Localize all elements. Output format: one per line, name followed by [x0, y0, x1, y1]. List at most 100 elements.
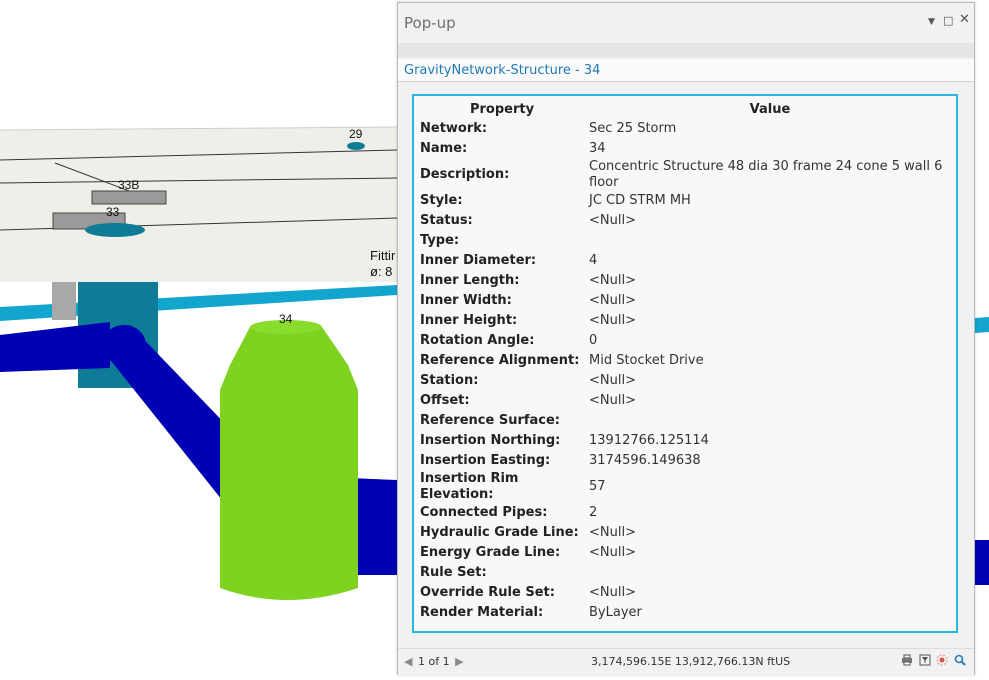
property-label: Station: [420, 373, 479, 388]
property-value [586, 563, 954, 583]
property-value: <Null> [589, 213, 636, 228]
previous-record-button[interactable]: ◀ [404, 655, 412, 668]
fitting-label-name: Fittir [370, 248, 396, 263]
property-label: Insertion Easting: [420, 453, 551, 468]
property-label: Rotation Angle: [420, 333, 535, 348]
feature-title-link[interactable]: GravityNetwork-Structure - 34 [404, 63, 600, 78]
cyan-pipe-right[interactable] [975, 317, 989, 333]
property-label: Hydraulic Grade Line: [420, 525, 579, 540]
property-label: Rule Set: [420, 565, 487, 580]
property-value: Sec 25 Storm [589, 121, 677, 136]
property-value: <Null> [589, 393, 636, 408]
property-label: Name: [420, 141, 468, 156]
record-count: 1 of 1 [417, 655, 450, 668]
table-row: Inner Width: <Null> [418, 291, 954, 311]
property-label: Inner Diameter: [420, 253, 537, 268]
property-value: <Null> [589, 525, 636, 540]
property-label: Inner Height: [420, 313, 518, 328]
flash-icon[interactable] [936, 654, 948, 666]
property-value: 13912766.125114 [589, 433, 709, 448]
attribute-table-container: Property Value Network: Sec 25 Storm Name… [412, 94, 958, 633]
property-value: <Null> [589, 585, 636, 600]
structure-33b[interactable] [91, 190, 167, 205]
property-label: Reference Alignment: [420, 353, 580, 368]
blue-pipe-far-right[interactable] [975, 540, 989, 585]
table-row: Override Rule Set: <Null> [418, 583, 954, 603]
property-value: Concentric Structure 48 dia 30 frame 24 … [589, 159, 943, 190]
chevron-down-icon[interactable]: ▼ [928, 17, 935, 27]
maximize-icon[interactable]: □ [943, 14, 953, 27]
property-value: <Null> [589, 313, 636, 328]
property-label: Connected Pipes: [420, 505, 548, 520]
table-row: Name: 34 [418, 139, 954, 159]
table-row: Inner Height: <Null> [418, 311, 954, 331]
property-label: Type: [420, 233, 460, 248]
property-value: JC CD STRM MH [589, 193, 691, 208]
blue-pipe-left[interactable] [0, 322, 110, 372]
table-row: Energy Grade Line: <Null> [418, 543, 954, 563]
table-row: Type: [418, 231, 954, 251]
table-row: Insertion Rim Elevation: 57 [418, 471, 954, 503]
table-row: Render Material: ByLayer [418, 603, 954, 623]
table-row: Network: Sec 25 Storm [418, 119, 954, 139]
property-value: ByLayer [589, 605, 642, 620]
popup-feature-header: GravityNetwork-Structure - 34 [398, 59, 974, 82]
property-label: Render Material: [420, 605, 544, 620]
filter-icon[interactable] [919, 654, 931, 666]
property-label: Network: [420, 121, 488, 136]
property-label: Reference Surface: [420, 413, 561, 428]
property-value: 0 [589, 333, 598, 348]
close-icon[interactable]: ✕ [959, 12, 970, 27]
structure-29-top[interactable] [347, 142, 365, 150]
table-row: Rule Set: [418, 563, 954, 583]
coordinate-readout: 3,174,596.15E 13,912,766.13N ftUS [591, 655, 791, 668]
zoom-icon[interactable] [954, 654, 966, 666]
fitting-label-diameter: ø: 8 [370, 264, 393, 279]
blue-pipe-end[interactable] [102, 325, 146, 365]
attribute-table: Property Value Network: Sec 25 Storm Name… [418, 101, 954, 623]
table-row: Reference Alignment: Mid Stocket Drive [418, 351, 954, 371]
record-navigator: ◀ 1 of 1 ▶ [404, 655, 464, 668]
next-record-button[interactable]: ▶ [455, 655, 463, 668]
property-label: Description: [420, 167, 510, 182]
property-value: 34 [589, 141, 606, 156]
surface-slab [0, 127, 397, 282]
property-label: Insertion Northing: [420, 433, 561, 448]
property-label: Status: [420, 213, 473, 228]
table-row: Connected Pipes: 2 [418, 503, 954, 523]
property-label: Override Rule Set: [420, 585, 555, 600]
table-row: Insertion Northing: 13912766.125114 [418, 431, 954, 451]
property-value: 57 [589, 479, 606, 494]
table-row: Reference Surface: [418, 411, 954, 431]
property-value: <Null> [589, 373, 636, 388]
property-value: <Null> [589, 273, 636, 288]
label-29: 29 [349, 127, 363, 141]
popup-title: Pop-up [404, 14, 456, 32]
gray-structure[interactable] [52, 282, 76, 320]
property-value: 2 [589, 505, 598, 520]
property-label: Inner Width: [420, 293, 512, 308]
label-34: 34 [279, 312, 293, 326]
property-value [586, 231, 954, 251]
print-icon[interactable] [901, 654, 913, 666]
property-value: <Null> [589, 293, 636, 308]
label-33: 33 [106, 205, 120, 219]
table-row: Rotation Angle: 0 [418, 331, 954, 351]
table-row: Hydraulic Grade Line: <Null> [418, 523, 954, 543]
column-header-value: Value [749, 102, 791, 117]
table-row: Style: JC CD STRM MH [418, 191, 954, 211]
popup-toolbar-strip [398, 43, 974, 58]
label-33b: 33B [118, 178, 139, 192]
property-value [586, 411, 954, 431]
column-header-property: Property [469, 102, 535, 117]
table-row: Status: <Null> [418, 211, 954, 231]
structure-34[interactable] [220, 321, 358, 601]
structure-33-top[interactable] [85, 223, 145, 237]
table-row: Inner Diameter: 4 [418, 251, 954, 271]
property-label: Insertion Rim Elevation: [420, 471, 519, 502]
property-value: 3174596.149638 [589, 453, 701, 468]
property-label: Style: [420, 193, 463, 208]
popup-window: Pop-up ▼ □ ✕ GravityNetwork-Structure - … [397, 2, 975, 675]
property-label: Energy Grade Line: [420, 545, 561, 560]
property-value: <Null> [589, 545, 636, 560]
